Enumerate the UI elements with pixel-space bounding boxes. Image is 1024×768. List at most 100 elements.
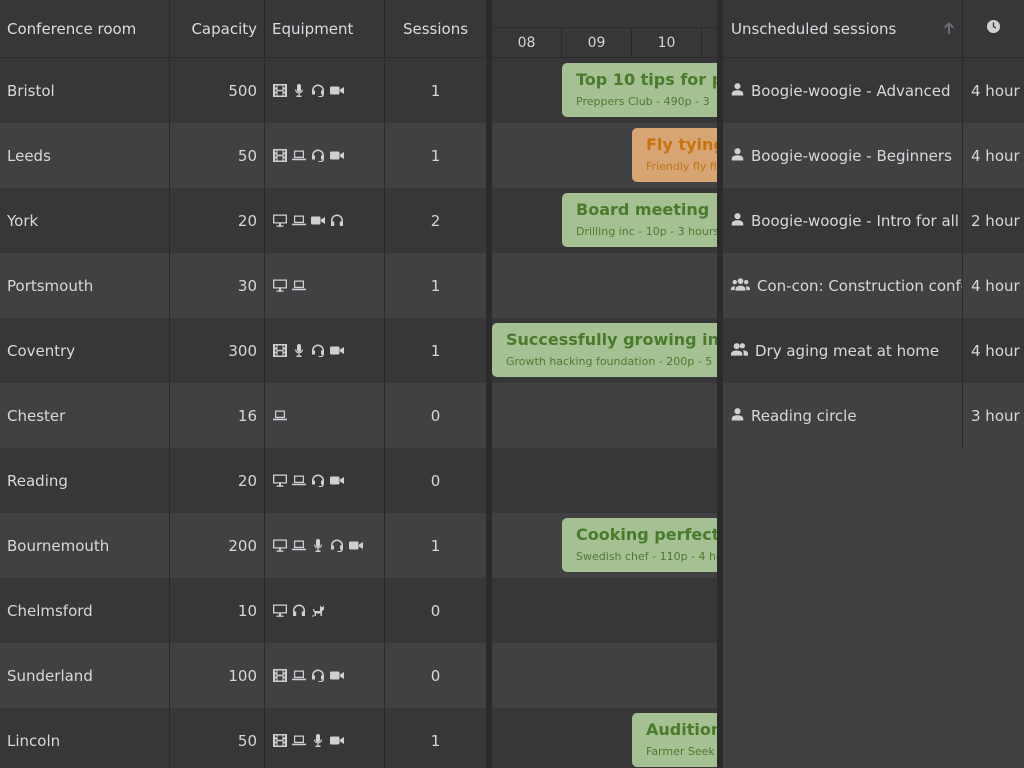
- unscheduled-session-duration: 2 hour: [971, 211, 1020, 230]
- monitor-icon: [272, 539, 287, 553]
- headphones-icon: [291, 604, 306, 618]
- cat-icon: [310, 604, 325, 618]
- clock-icon: [986, 19, 1001, 38]
- column-header-sessions[interactable]: Sessions: [385, 0, 486, 57]
- room-name-cell: Chelmsford: [0, 578, 170, 643]
- table-row[interactable]: Chelmsford 10 0: [0, 578, 486, 643]
- hour-label: [702, 28, 717, 57]
- unscheduled-session-item[interactable]: Boogie-woogie - Intro for all 2 hour: [723, 188, 1024, 253]
- room-sessions-cell: 0: [430, 406, 441, 425]
- rooms-grid: Conference room Capacity Equipment Sessi…: [0, 0, 486, 768]
- room-name-cell: Leeds: [0, 123, 170, 188]
- room-equipment-cell: [265, 513, 385, 578]
- schedule-row[interactable]: [492, 448, 717, 513]
- person-icon: [731, 82, 744, 100]
- room-name-cell: Chester: [0, 383, 170, 448]
- room-name-cell: Reading: [0, 448, 170, 513]
- laptop-icon: [291, 734, 306, 748]
- table-row[interactable]: Portsmouth 30 1: [0, 253, 486, 318]
- room-equipment-cell: [265, 448, 385, 513]
- monitor-icon: [272, 604, 287, 618]
- session-event-details: Swedish chef - 110p - 4 ho: [576, 550, 717, 563]
- video-camera-icon: [329, 149, 344, 163]
- column-header-unscheduled-sessions[interactable]: Unscheduled sessions: [723, 0, 963, 57]
- laptop-icon: [291, 539, 306, 553]
- session-event[interactable]: Cooking perfectly, Swedish chef - 110p - …: [562, 518, 717, 572]
- unscheduled-session-item[interactable]: Con-con: Construction confer 4 hour: [723, 253, 1024, 318]
- unscheduled-session-name-cell: Boogie-woogie - Beginners: [723, 123, 963, 188]
- session-event[interactable]: Fly tying, Friendly fly fi: [632, 128, 717, 182]
- room-name-cell: Lincoln: [0, 708, 170, 768]
- scheduler: 080910 Top 10 tips for prep Preppers Club…: [492, 0, 717, 768]
- session-event[interactable]: Board meeting Drilling inc - 10p - 3 hour…: [562, 193, 717, 247]
- room-sessions-cell: 1: [430, 731, 441, 750]
- laptop-icon: [291, 474, 306, 488]
- unscheduled-session-item[interactable]: Reading circle 3 hour: [723, 383, 1024, 448]
- table-row[interactable]: Sunderland 100 0: [0, 643, 486, 708]
- session-event-details: Preppers Club - 490p - 3: [576, 95, 710, 108]
- table-row[interactable]: York 20 2: [0, 188, 486, 253]
- column-header-conference-room[interactable]: Conference room: [0, 0, 170, 57]
- unscheduled-session-item[interactable]: Dry aging meat at home 4 hour: [723, 318, 1024, 383]
- laptop-icon: [291, 279, 306, 293]
- unscheduled-session-name: Boogie-woogie - Intro for all: [751, 211, 959, 230]
- session-event-details: Farmer Seek: [646, 745, 715, 758]
- room-capacity-cell: 50: [170, 123, 265, 188]
- column-header-capacity[interactable]: Capacity: [170, 0, 265, 57]
- column-header-duration[interactable]: [963, 0, 1024, 57]
- table-row[interactable]: Bristol 500 1: [0, 58, 486, 123]
- unscheduled-session-duration: 4 hour: [971, 146, 1020, 165]
- unscheduled-session-name: Dry aging meat at home: [755, 341, 940, 360]
- room-capacity-cell: 100: [170, 643, 265, 708]
- film-icon: [272, 344, 287, 358]
- room-sessions-cell: 1: [430, 536, 441, 555]
- table-row[interactable]: Reading 20 0: [0, 448, 486, 513]
- unscheduled-session-duration: 3 hour: [971, 406, 1020, 425]
- monitor-icon: [272, 474, 287, 488]
- session-event[interactable]: Audition Farmer Seek: [632, 713, 717, 767]
- session-event[interactable]: Successfully growing in any Growth hackin…: [492, 323, 717, 377]
- scheduler-time-axis: 08 09 10: [492, 28, 717, 58]
- rooms-grid-header: Conference room Capacity Equipment Sessi…: [0, 0, 486, 58]
- sort-arrow-up-icon[interactable]: [941, 20, 957, 36]
- room-sessions-cell: 0: [430, 666, 441, 685]
- table-row[interactable]: Coventry 300 1: [0, 318, 486, 383]
- microphone-icon: [310, 734, 325, 748]
- session-event-details: Drilling inc - 10p - 3 hours: [576, 225, 717, 238]
- room-name-cell: Sunderland: [0, 643, 170, 708]
- room-sessions-cell: 0: [430, 601, 441, 620]
- unscheduled-session-item[interactable]: Boogie-woogie - Advanced 4 hour: [723, 58, 1024, 123]
- room-sessions-cell: 0: [430, 471, 441, 490]
- person-icon: [731, 407, 744, 425]
- table-row[interactable]: Bournemouth 200 1: [0, 513, 486, 578]
- schedule-row[interactable]: [492, 578, 717, 643]
- column-header-equipment[interactable]: Equipment: [265, 0, 385, 57]
- schedule-row[interactable]: [492, 643, 717, 708]
- microphone-icon: [291, 84, 306, 98]
- unscheduled-session-name-cell: Con-con: Construction confer: [723, 253, 963, 318]
- room-sessions-cell: 2: [430, 211, 441, 230]
- room-equipment-cell: [265, 708, 385, 768]
- room-sessions-cell: 1: [430, 341, 441, 360]
- unscheduled-session-name-cell: Boogie-woogie - Advanced: [723, 58, 963, 123]
- unscheduled-session-duration: 4 hour: [971, 341, 1020, 360]
- unscheduled-session-item[interactable]: Boogie-woogie - Beginners 4 hour: [723, 123, 1024, 188]
- room-equipment-cell: [265, 318, 385, 383]
- headphones-icon: [329, 214, 344, 228]
- video-camera-icon: [348, 539, 363, 553]
- room-capacity-cell: 16: [170, 383, 265, 448]
- session-event[interactable]: Top 10 tips for prep Preppers Club - 490p…: [562, 63, 717, 117]
- video-camera-icon: [329, 84, 344, 98]
- session-event-title: Cooking perfectly,: [576, 525, 717, 544]
- table-row[interactable]: Leeds 50 1: [0, 123, 486, 188]
- headset-icon: [310, 149, 325, 163]
- video-camera-icon: [329, 669, 344, 683]
- schedule-row[interactable]: [492, 383, 717, 448]
- unscheduled-session-name: Con-con: Construction confer: [757, 276, 963, 295]
- hour-label: 08: [492, 28, 562, 57]
- session-event-title: Fly tying,: [646, 135, 717, 154]
- table-row[interactable]: Lincoln 50 1: [0, 708, 486, 768]
- schedule-row[interactable]: [492, 253, 717, 318]
- unscheduled-session-name: Boogie-woogie - Beginners: [751, 146, 952, 165]
- table-row[interactable]: Chester 16 0: [0, 383, 486, 448]
